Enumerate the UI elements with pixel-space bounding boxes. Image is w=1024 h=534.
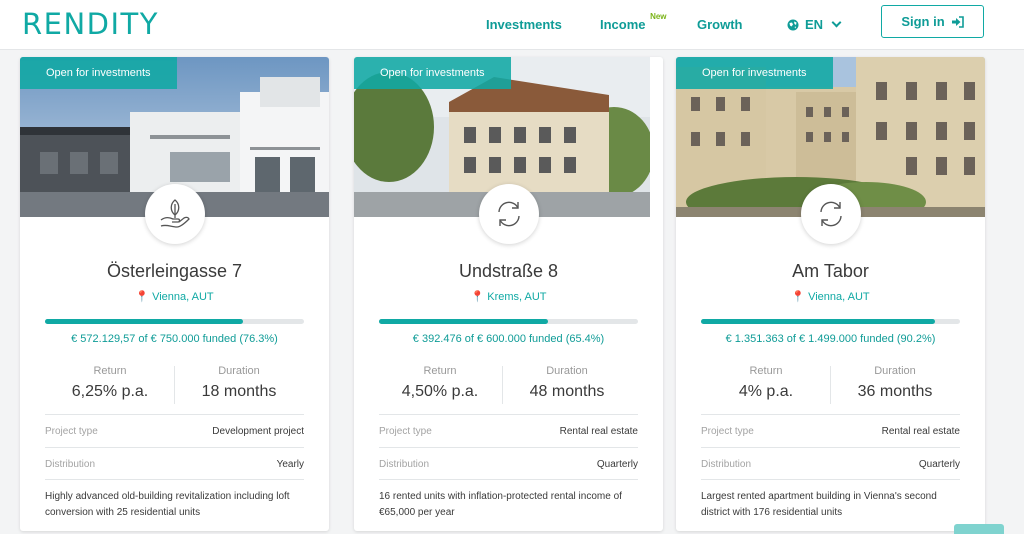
location-pin-icon: 📍	[470, 291, 485, 303]
status-badge: Open for investments	[354, 57, 511, 89]
duration-value: 48 months	[529, 383, 605, 400]
divider	[379, 447, 638, 448]
plant-in-hand-icon	[160, 199, 190, 228]
divider	[701, 447, 960, 448]
distribution-value: Yearly	[276, 459, 304, 470]
project-type-value: Development project	[212, 426, 304, 437]
project-title[interactable]: Am Tabor	[676, 261, 985, 282]
project-location: 📍 Krems, AUT	[354, 290, 663, 303]
project-description: Highly advanced old-building revitalizat…	[45, 491, 290, 518]
globe-icon	[787, 19, 799, 30]
distribution-value: Quarterly	[596, 459, 638, 470]
divider	[379, 414, 638, 415]
project-location: 📍 Vienna, AUT	[676, 290, 985, 303]
chat-widget-tab[interactable]	[954, 524, 1004, 534]
duration-label: Duration	[546, 365, 588, 377]
rendity-logo[interactable]: RENDITY	[22, 7, 159, 41]
chevron-down-icon	[831, 17, 842, 28]
project-type-value: Rental real estate	[881, 426, 960, 437]
funding-progress-fill	[45, 319, 243, 324]
divider	[701, 414, 960, 415]
language-selector[interactable]: EN	[787, 17, 842, 32]
project-type-icon	[800, 184, 861, 244]
new-badge: New	[650, 12, 667, 21]
funding-progress	[45, 319, 304, 324]
location-pin-icon: 📍	[791, 291, 806, 303]
return-label: Return	[749, 365, 783, 377]
nav-growth[interactable]: Growth	[697, 17, 743, 32]
return-value: 6,25% p.a.	[71, 383, 149, 400]
duration-value: 18 months	[201, 383, 277, 400]
project-type-label: Project type	[45, 426, 98, 437]
project-type-label: Project type	[379, 426, 432, 437]
return-label: Return	[93, 365, 127, 377]
project-card[interactable]: Open for investments Undstraße 8 📍 Krems…	[354, 57, 663, 531]
divider	[379, 479, 638, 480]
funding-progress	[701, 319, 960, 324]
project-card[interactable]: Open for investments Österleingasse 7 📍 …	[20, 57, 329, 531]
return-label: Return	[423, 365, 457, 377]
project-type-icon	[478, 184, 539, 244]
location-text: Vienna, AUT	[152, 291, 214, 303]
return-value: 4% p.a.	[738, 383, 794, 400]
nav-income-label: Income	[600, 17, 646, 32]
divider	[45, 479, 304, 480]
distribution-label: Distribution	[379, 459, 430, 470]
funding-progress-fill	[379, 319, 549, 324]
sign-in-icon	[951, 15, 964, 28]
project-location: 📍 Vienna, AUT	[20, 290, 329, 303]
return-value: 4,50% p.a.	[401, 383, 479, 400]
duration-value: 36 months	[857, 383, 933, 400]
signin-label: Sign in	[901, 14, 945, 29]
funded-text: € 392.476 of € 600.000 funded (65.4%)	[412, 333, 605, 345]
distribution-value: Quarterly	[918, 459, 960, 470]
project-description: Largest rented apartment building in Vie…	[701, 491, 937, 518]
distribution-label: Distribution	[701, 459, 752, 470]
funding-progress	[379, 319, 638, 324]
project-title[interactable]: Österleingasse 7	[20, 261, 329, 282]
top-navbar: RENDITY Investments Income New Growth EN…	[0, 0, 1024, 50]
distribution-label: Distribution	[45, 459, 96, 470]
status-badge: Open for investments	[676, 57, 833, 89]
funded-text: € 572.129,57 of € 750.000 funded (76.3%)	[71, 333, 278, 345]
duration-label: Duration	[874, 365, 916, 377]
nav-investments[interactable]: Investments	[486, 17, 562, 32]
divider	[45, 447, 304, 448]
project-type-label: Project type	[701, 426, 754, 437]
duration-label: Duration	[218, 365, 260, 377]
project-card[interactable]: Open for investments Am Tabor 📍 Vienna, …	[676, 57, 985, 531]
divider	[701, 479, 960, 480]
language-label: EN	[805, 17, 824, 32]
funded-text: € 1.351.363 of € 1.499.000 funded (90.2%…	[725, 333, 936, 345]
project-type-value: Rental real estate	[559, 426, 638, 437]
status-badge: Open for investments	[20, 57, 177, 89]
project-description: 16 rented units with inflation-protected…	[379, 491, 622, 518]
nav-income[interactable]: Income New	[600, 12, 667, 32]
location-text: Vienna, AUT	[808, 291, 870, 303]
project-title[interactable]: Undstraße 8	[354, 261, 663, 282]
refresh-icon	[497, 201, 520, 227]
signin-button[interactable]: Sign in	[881, 5, 984, 38]
divider	[45, 414, 304, 415]
refresh-icon	[819, 201, 842, 227]
location-text: Krems, AUT	[487, 291, 547, 303]
project-type-icon	[144, 184, 205, 244]
location-pin-icon: 📍	[135, 291, 150, 303]
funding-progress-fill	[701, 319, 935, 324]
